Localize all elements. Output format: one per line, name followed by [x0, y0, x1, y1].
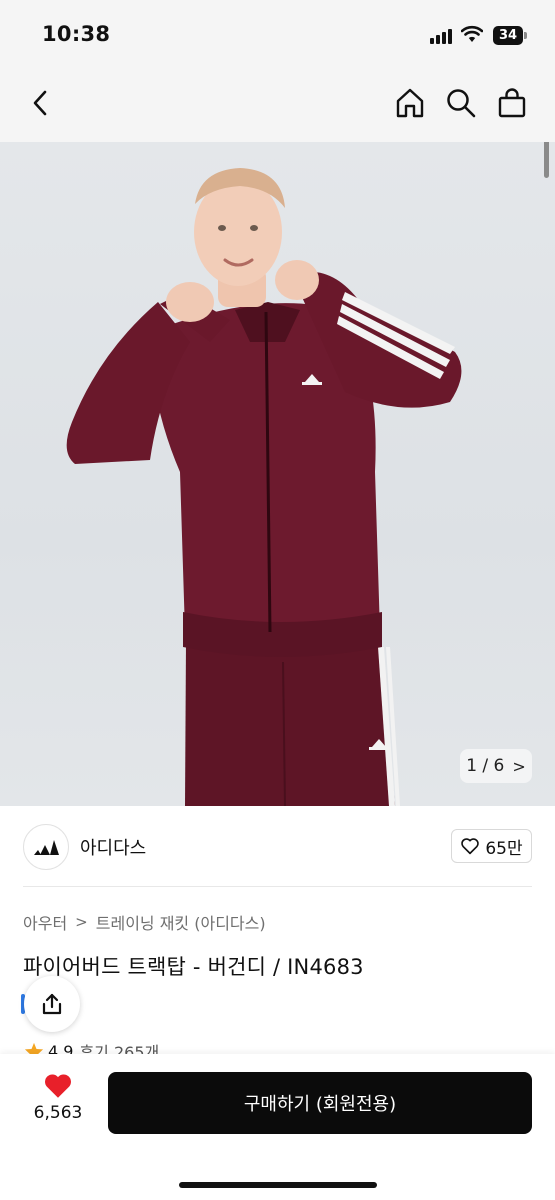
wishlist-button[interactable]: 6,563 — [30, 1072, 86, 1123]
breadcrumb-subcategory[interactable]: 트레이닝 재킷 (아디다스) — [96, 910, 266, 934]
home-icon — [396, 88, 424, 118]
battery-icon: 34 — [493, 26, 527, 45]
wifi-icon — [460, 25, 484, 43]
breadcrumb-category[interactable]: 아우터 — [23, 910, 67, 934]
shopping-bag-icon — [498, 88, 526, 118]
scroll-indicator[interactable] — [544, 142, 549, 178]
chevron-left-icon — [33, 90, 47, 116]
home-indicator — [179, 1182, 377, 1188]
top-nav-bar — [0, 68, 555, 142]
status-time: 10:38 — [42, 22, 111, 46]
buy-button[interactable]: 구매하기 (회원전용) — [108, 1072, 532, 1134]
status-bar: 10:38 34 — [0, 0, 555, 68]
heart-outline-icon — [461, 838, 480, 855]
product-image-gallery[interactable] — [0, 142, 555, 806]
home-button[interactable] — [392, 85, 428, 121]
battery-level: 34 — [493, 26, 523, 45]
back-button[interactable] — [22, 85, 58, 121]
brand-name[interactable]: 아디다스 — [80, 834, 146, 860]
product-photo — [66, 168, 462, 806]
divider — [23, 886, 532, 887]
heart-filled-icon — [45, 1074, 71, 1098]
wishlist-count: 6,563 — [33, 1103, 83, 1123]
signal-icon — [430, 28, 454, 44]
search-button[interactable] — [443, 85, 479, 121]
search-icon — [447, 89, 476, 118]
product-title: 파이어버드 트랙탑 - 버건디 / IN4683 — [23, 955, 364, 979]
breadcrumb-chevron-icon: > — [75, 913, 88, 931]
gallery-counter-text: 1 / 6 — [466, 756, 505, 776]
gallery-page-counter[interactable]: 1 / 6 > — [460, 749, 532, 783]
share-icon — [42, 993, 62, 1015]
share-button[interactable] — [24, 976, 80, 1032]
brand-row: 아디다스 65만 — [0, 806, 555, 886]
bottom-action-bar: 6,563 구매하기 (회원전용) — [0, 1054, 555, 1200]
brand-like-count: 65만 — [485, 838, 523, 859]
breadcrumb: 아우터 > 트레이닝 재킷 (아디다스) — [23, 910, 266, 934]
brand-like-button[interactable]: 65만 — [451, 829, 532, 863]
chevron-right-icon: > — [512, 756, 526, 776]
cart-button[interactable] — [494, 85, 530, 121]
brand-logo[interactable] — [23, 824, 69, 870]
adidas-logo-icon — [34, 840, 59, 855]
